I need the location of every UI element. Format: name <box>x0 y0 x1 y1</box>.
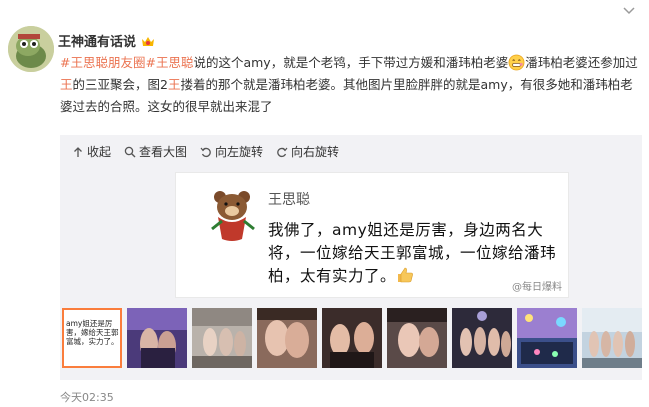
media-toolbar: 收起 查看大图 向左旋转 向右旋转 <box>72 143 339 160</box>
avatar[interactable] <box>8 26 54 72</box>
collapse-button[interactable]: 收起 <box>72 143 111 160</box>
topic-tag-link[interactable]: #王思聪朋友圈 <box>60 55 145 70</box>
image-author-name: 王思聪 <box>268 192 310 208</box>
media-viewer: 收起 查看大图 向左旋转 向右旋转 王思聪 我佛了，amy姐还是厉害，身边两名大… <box>60 135 642 380</box>
thumbnail[interactable] <box>387 308 447 368</box>
thumbnail[interactable] <box>517 308 577 368</box>
rotate-right-button[interactable]: 向右旋转 <box>276 143 339 160</box>
rotate-right-icon <box>277 147 288 157</box>
thumbnail[interactable] <box>582 308 642 368</box>
thumbnail[interactable] <box>257 308 317 368</box>
rotate-left-button[interactable]: 向左旋转 <box>200 143 263 160</box>
thumbnail[interactable]: amy姐还是厉害，嫁给天王郭富城，实力了。 <box>62 308 122 368</box>
post-text: #王思聪朋友圈#王思聪说的这个amy，就是个老鸨，手下带过方媛和潘玮柏老婆 潘玮… <box>60 54 638 114</box>
thumbnail-strip: amy姐还是厉害，嫁给天王郭富城，实力了。 <box>62 308 642 368</box>
arrow-up-icon <box>74 146 82 157</box>
topic-tag-link[interactable]: #王思聪 <box>145 55 193 70</box>
post-timestamp[interactable]: 今天02:35 <box>60 389 114 405</box>
thumbnail[interactable] <box>127 308 187 368</box>
thumbs-up-icon <box>398 267 413 283</box>
chevron-down-icon[interactable] <box>623 6 635 16</box>
thumbnail[interactable] <box>322 308 382 368</box>
image-watermark: @每日爆料 <box>512 282 562 293</box>
user-header: 王神通有话说 <box>58 31 155 50</box>
thumbnail[interactable] <box>452 308 512 368</box>
grimace-emoji-icon <box>508 54 525 71</box>
large-image[interactable]: 王思聪 我佛了，amy姐还是厉害，身边两名大将，一位嫁给天王郭富城，一位嫁给潘玮… <box>175 172 569 298</box>
crown-badge-icon[interactable] <box>141 35 155 47</box>
bear-avatar-icon <box>211 191 255 241</box>
view-large-button[interactable]: 查看大图 <box>124 143 187 160</box>
thumbnail[interactable] <box>192 308 252 368</box>
magnifier-icon <box>124 146 136 157</box>
rotate-left-icon <box>200 147 211 157</box>
username-link[interactable]: 王神通有话说 <box>58 31 136 50</box>
